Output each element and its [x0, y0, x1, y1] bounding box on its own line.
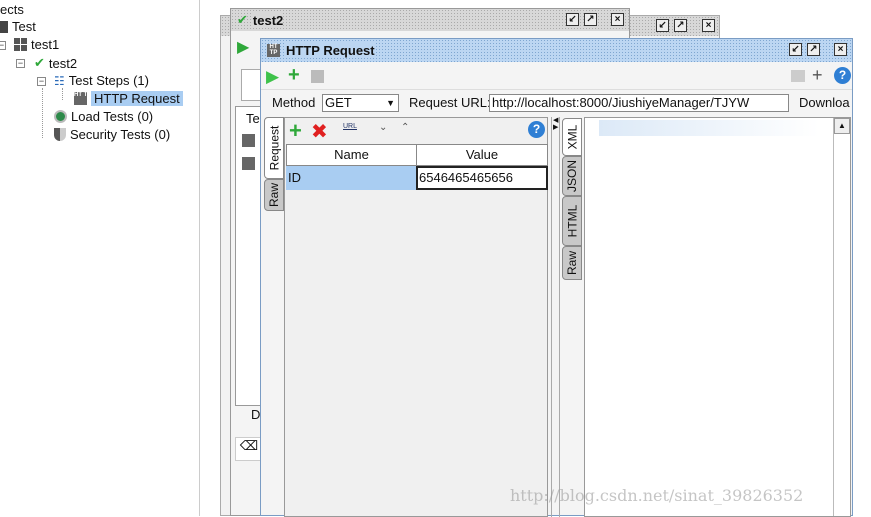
- plus-icon[interactable]: +: [812, 65, 823, 86]
- tree-item-test-steps[interactable]: ☷ Test Steps (1): [54, 73, 149, 88]
- stop-icon[interactable]: [311, 70, 324, 83]
- move-up-icon[interactable]: ⌃: [401, 122, 409, 133]
- http-icon: [242, 157, 255, 170]
- param-value-input[interactable]: 6546465465656: [416, 166, 548, 190]
- load-test-icon: [54, 110, 67, 123]
- check-icon: ✔: [34, 55, 45, 70]
- maximize-icon[interactable]: ↗: [674, 19, 687, 32]
- project-tree: ects Test − test1 − ✔ test2 − ☷ Test Ste…: [0, 0, 200, 516]
- method-select[interactable]: GET ▼: [322, 94, 399, 112]
- tree-label: Test: [12, 19, 36, 34]
- move-down-icon[interactable]: ⌄: [379, 122, 387, 133]
- splitter-handle[interactable]: ◀ ▶: [551, 117, 560, 517]
- close-icon[interactable]: ×: [702, 19, 715, 32]
- response-editor[interactable]: ▲: [584, 117, 851, 517]
- maximize-icon[interactable]: ↗: [584, 13, 597, 26]
- tab-raw-response[interactable]: Raw: [562, 246, 582, 280]
- pin-icon[interactable]: [791, 70, 805, 82]
- request-params-panel: + ✖ URL ⌄ ⌃ ? Name Value ID 654646546565…: [284, 117, 548, 517]
- tree-header: ects: [0, 2, 24, 17]
- close-icon[interactable]: ×: [834, 43, 847, 56]
- tab-request[interactable]: Request: [264, 117, 284, 179]
- download-label: Downloa: [799, 95, 850, 110]
- tab-raw-request[interactable]: Raw: [264, 179, 284, 211]
- collapse-icon[interactable]: −: [0, 41, 6, 50]
- tab-description[interactable]: D: [251, 407, 260, 422]
- tree-item-test1[interactable]: test1: [14, 37, 59, 52]
- tab-xml[interactable]: XML: [562, 118, 582, 156]
- collapse-icon[interactable]: −: [37, 77, 46, 86]
- chevron-down-icon: ▼: [386, 98, 395, 108]
- url-encode-icon[interactable]: URL: [343, 123, 357, 130]
- tree-item-test2[interactable]: ✔ test2: [34, 55, 77, 71]
- remove-param-icon[interactable]: ✖: [311, 119, 328, 144]
- testsuite-icon: [14, 38, 27, 51]
- window-title: test2: [252, 12, 284, 28]
- table-header: Name Value: [286, 144, 548, 166]
- tree-item-load-tests[interactable]: Load Tests (0): [54, 109, 153, 124]
- scrollbar[interactable]: ▲: [833, 118, 850, 516]
- scroll-up-icon[interactable]: ▲: [834, 118, 850, 134]
- maximize-icon[interactable]: ↗: [807, 43, 820, 56]
- params-table: Name Value ID 6546465465656: [286, 144, 548, 190]
- tree-item-http-request[interactable]: HT TP HTTP Request: [74, 91, 183, 106]
- tree-label: Security Tests (0): [70, 127, 171, 142]
- run-icon[interactable]: ▶: [266, 67, 279, 87]
- tree-header-label: ects: [0, 2, 24, 17]
- minimize-icon[interactable]: ↙: [656, 19, 669, 32]
- http-request-window: HT TP HTTP Request ↙ ↗ × ▶ + + ? Method …: [260, 38, 853, 517]
- soap-icon: [242, 134, 255, 147]
- tree-label: HTTP Request: [91, 91, 183, 106]
- shield-icon: [54, 128, 66, 141]
- tree-label: test2: [48, 55, 78, 71]
- watermark: http://blog.csdn.net/sinat_39826352: [510, 486, 804, 505]
- table-row[interactable]: ID 6546465465656: [286, 166, 548, 190]
- help-icon[interactable]: ?: [834, 67, 851, 84]
- close-icon[interactable]: ×: [611, 13, 624, 26]
- tree-item-test[interactable]: Test: [0, 19, 36, 34]
- tree-label: Load Tests (0): [71, 109, 154, 124]
- column-header-value[interactable]: Value: [417, 145, 547, 165]
- tab-html[interactable]: HTML: [562, 196, 582, 246]
- tree-line: [62, 88, 63, 100]
- check-icon: ✔: [237, 12, 248, 27]
- method-value: GET: [325, 95, 352, 110]
- http-icon: HT TP: [267, 44, 280, 57]
- add-icon[interactable]: +: [288, 64, 300, 87]
- collapse-icon[interactable]: −: [16, 59, 25, 68]
- window-title: HTTP Request: [286, 43, 375, 58]
- url-input[interactable]: http://localhost:8000/JiushiyeManager/TJ…: [489, 94, 789, 112]
- tab-json[interactable]: JSON: [562, 156, 582, 196]
- method-label: Method: [272, 95, 316, 110]
- tree-label: Test Steps (1): [68, 73, 149, 88]
- folder-icon: [0, 20, 8, 33]
- tree-line: [42, 88, 43, 138]
- add-param-icon[interactable]: +: [289, 118, 302, 144]
- current-line-highlight: [599, 120, 819, 136]
- param-name-cell[interactable]: ID: [286, 166, 416, 190]
- url-label: Request URL:: [409, 95, 491, 110]
- http-icon: HT TP: [74, 92, 91, 105]
- minimize-icon[interactable]: ↙: [566, 13, 579, 26]
- tree-label: test1: [31, 37, 60, 52]
- column-header-name[interactable]: Name: [287, 145, 417, 165]
- minimize-icon[interactable]: ↙: [789, 43, 802, 56]
- run-icon[interactable]: ▶: [237, 37, 249, 57]
- list-icon: ☷: [54, 73, 65, 88]
- eraser-icon[interactable]: ⌫: [235, 437, 263, 461]
- tree-item-security-tests[interactable]: Security Tests (0): [54, 127, 170, 142]
- help-icon[interactable]: ?: [528, 121, 545, 138]
